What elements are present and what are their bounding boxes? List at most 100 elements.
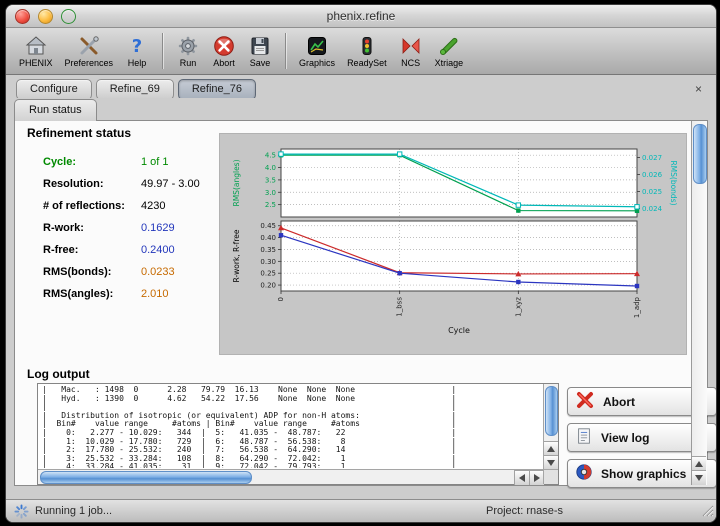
- ncs-icon: [399, 35, 423, 57]
- stat-row-resolution: Resolution: 49.97 - 3.00: [43, 173, 223, 195]
- stat-row-reflections: # of reflections: 4230: [43, 195, 223, 217]
- toolbar-label: ReadySet: [347, 58, 387, 68]
- help-icon: ?: [125, 35, 149, 57]
- main-scroll-down-button[interactable]: [692, 470, 706, 485]
- toolbar-button-preferences[interactable]: Preferences: [60, 34, 119, 69]
- tab-page-content: Run status Refinement status Cycle: 1 of…: [6, 98, 716, 500]
- svg-text:1_adp: 1_adp: [633, 296, 641, 318]
- tab-refine-76[interactable]: Refine_76: [178, 79, 256, 100]
- svg-text:2.5: 2.5: [265, 201, 276, 209]
- svg-text:0.35: 0.35: [260, 246, 276, 254]
- toolbar-label: Help: [128, 58, 147, 68]
- svg-text:R-work, R-free: R-work, R-free: [232, 229, 241, 282]
- action-buttons: Abort View log Show graphics: [567, 387, 703, 495]
- tab-configure[interactable]: Configure: [16, 79, 92, 100]
- toolbar-button-help[interactable]: ? Help: [120, 34, 154, 69]
- svg-text:0.25: 0.25: [260, 270, 276, 278]
- view-log-button-label: View log: [601, 431, 649, 445]
- stat-value: 2.010: [141, 288, 169, 300]
- refinement-chart: 2.53.03.54.04.50.0240.0250.0260.027RMS(a…: [219, 133, 687, 355]
- svg-text:3.5: 3.5: [265, 176, 276, 184]
- log-scrollbar-corner: [543, 469, 558, 484]
- svg-text:Cycle: Cycle: [448, 326, 470, 335]
- svg-text:1_bss: 1_bss: [396, 297, 404, 317]
- stat-row-cycle: Cycle: 1 of 1: [43, 151, 223, 173]
- toolbar-button-run[interactable]: Run: [171, 34, 205, 69]
- view-log-document-icon: [575, 426, 593, 449]
- abort-x-icon: [575, 390, 595, 413]
- toolbar-button-readyset[interactable]: ReadySet: [342, 34, 392, 69]
- toolbar-label: Preferences: [65, 58, 114, 68]
- preferences-tools-icon: [77, 35, 101, 57]
- toolbar-button-ncs[interactable]: NCS: [394, 34, 428, 69]
- stat-row-rfree: R-free: 0.2400: [43, 239, 223, 261]
- stat-value: 0.1629: [141, 222, 175, 234]
- log-scroll-left-button[interactable]: [514, 470, 529, 485]
- log-output-text: | Mac. : 1498 0 2.28 79.79 16.13 None No…: [42, 386, 542, 468]
- svg-text:0.20: 0.20: [260, 282, 276, 290]
- toolbar-label: Xtriage: [435, 58, 464, 68]
- zoom-window-button[interactable]: [61, 9, 76, 24]
- toolbar: PHENIX Preferences ? Help Run Abort Save…: [6, 28, 716, 75]
- close-window-button[interactable]: [15, 9, 30, 24]
- log-scroll-right-button[interactable]: [529, 470, 544, 485]
- stat-label: RMS(angles):: [43, 288, 141, 300]
- activity-spinner-icon: [14, 504, 29, 519]
- svg-text:0.40: 0.40: [260, 234, 276, 242]
- stat-row-rms-angles: RMS(angles): 2.010: [43, 283, 223, 305]
- save-icon: [248, 35, 272, 57]
- svg-text:?: ?: [132, 36, 142, 57]
- tab-refine-69[interactable]: Refine_69: [96, 79, 174, 100]
- tab-run-status[interactable]: Run status: [14, 99, 97, 121]
- stat-value: 0.0233: [141, 266, 175, 278]
- close-tab-icon[interactable]: ×: [691, 80, 706, 99]
- run-gear-icon: [176, 35, 200, 57]
- abort-button-label: Abort: [603, 395, 635, 409]
- log-output-box: | Mac. : 1498 0 2.28 79.79 16.13 None No…: [37, 383, 559, 485]
- log-horizontal-scrollbar[interactable]: [38, 469, 544, 484]
- abort-icon: [212, 35, 236, 57]
- toolbar-button-graphics[interactable]: Graphics: [294, 34, 340, 69]
- svg-text:4.0: 4.0: [265, 164, 276, 172]
- main-scroll-up-button[interactable]: [692, 456, 706, 471]
- svg-text:4.5: 4.5: [265, 152, 276, 160]
- toolbar-button-phenix[interactable]: PHENIX: [14, 34, 58, 69]
- resize-grip[interactable]: [701, 504, 714, 520]
- main-vscroll-thumb[interactable]: [693, 124, 707, 184]
- stat-label: Resolution:: [43, 178, 141, 190]
- toolbar-label: PHENIX: [19, 58, 53, 68]
- minimize-window-button[interactable]: [38, 9, 53, 24]
- stat-label: Cycle:: [43, 156, 141, 168]
- main-vertical-scrollbar[interactable]: [691, 121, 707, 485]
- log-vscroll-thumb[interactable]: [545, 386, 558, 436]
- toolbar-button-save[interactable]: Save: [243, 34, 277, 69]
- log-hscroll-thumb[interactable]: [40, 471, 252, 484]
- stat-value: 0.2400: [141, 244, 175, 256]
- stat-row-rwork: R-work: 0.1629: [43, 217, 223, 239]
- toolbar-button-abort[interactable]: Abort: [207, 34, 241, 69]
- xtriage-icon: [437, 35, 461, 57]
- toolbar-separator: [285, 33, 286, 69]
- toolbar-button-xtriage[interactable]: Xtriage: [430, 34, 469, 69]
- log-output-heading: Log output: [27, 367, 90, 381]
- log-scroll-down-button[interactable]: [544, 455, 558, 470]
- toolbar-label: NCS: [401, 58, 420, 68]
- svg-text:0.027: 0.027: [642, 154, 662, 162]
- log-scroll-up-button[interactable]: [544, 441, 558, 456]
- stat-label: R-work:: [43, 222, 141, 234]
- toolbar-separator: [162, 33, 163, 69]
- svg-text:1_xyz: 1_xyz: [514, 297, 522, 317]
- stat-row-rms-bonds: RMS(bonds): 0.0233: [43, 261, 223, 283]
- toolbar-label: Save: [250, 58, 271, 68]
- run-status-page: Refinement status Cycle: 1 of 1 Resoluti…: [14, 120, 708, 486]
- show-graphics-icon: [575, 462, 593, 485]
- window-controls: [15, 9, 76, 24]
- svg-text:0.026: 0.026: [642, 171, 663, 179]
- svg-text:0: 0: [277, 297, 285, 301]
- status-message: Running 1 job...: [35, 505, 112, 517]
- graphics-icon: [305, 35, 329, 57]
- svg-text:3.0: 3.0: [265, 189, 276, 197]
- svg-text:0.025: 0.025: [642, 188, 662, 196]
- window-title: phenix.refine: [6, 5, 716, 27]
- log-vertical-scrollbar[interactable]: [543, 384, 558, 470]
